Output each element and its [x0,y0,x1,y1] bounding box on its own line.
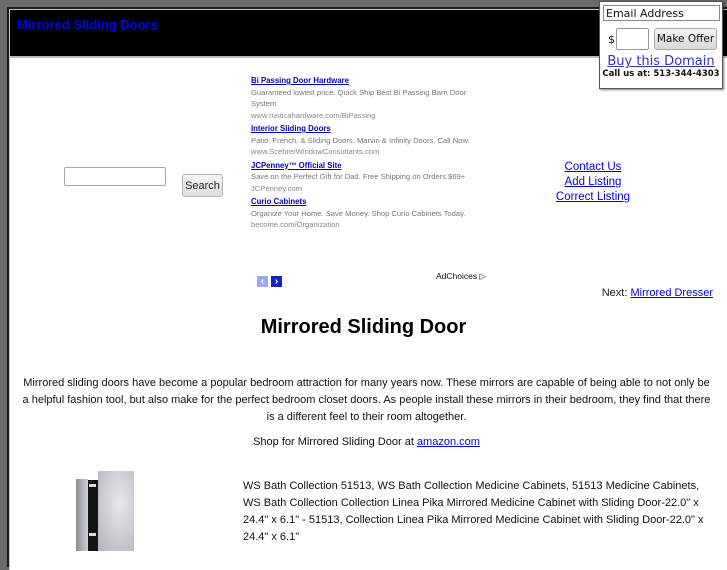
add-listing-link[interactable]: Add Listing [545,175,641,190]
next-article-link[interactable]: Mirrored Dresser [630,287,713,299]
shop-line: Shop for Mirrored Sliding Door at amazon… [0,436,727,448]
contact-us-link[interactable]: Contact Us [545,160,641,175]
product-image[interactable] [76,471,134,551]
ad-url: www.rusticahardware.com/BiPassing [251,110,376,120]
ad-title-link[interactable]: Bi Passing Door Hardware [251,75,486,87]
shelf-bottom [89,533,96,536]
cabinet-side [76,479,88,551]
ad-block: Bi Passing Door Hardware Guaranteed lowe… [251,75,486,233]
search-input[interactable] [64,167,166,186]
cabinet-interior [88,480,98,551]
adchoices-link[interactable]: AdChoices ▷ [436,271,486,282]
ad-item: Curio Cabinets Organize Your Home. Save … [251,196,486,231]
shelf-top [89,484,96,487]
site-links: Contact Us Add Listing Correct Listing [545,160,641,205]
correct-listing-link[interactable]: Correct Listing [545,190,641,205]
amazon-link[interactable]: amazon.com [417,436,480,448]
search-button[interactable]: Search [182,174,223,197]
ad-description: Save on the Perfect Gift for Dad. Free S… [251,172,466,181]
chevron-right-icon[interactable]: › [271,276,282,287]
currency-symbol: $ [608,33,615,46]
ad-item: Interior Sliding Doors Patio. French. & … [251,123,486,158]
shop-prefix: Shop for Mirrored Sliding Door at [253,436,414,448]
offer-amount-input[interactable] [616,28,649,50]
ad-url: www.ScehrerWindowConsultants.com [251,147,380,156]
intro-paragraph: Mirrored sliding doors have become a pop… [22,377,711,423]
ad-url: become.com/Organization [251,220,340,229]
site-title-link[interactable]: Mirrored Sliding Doors [17,17,158,32]
call-us-text: Call us at: 513-344-4303 [602,69,720,79]
ad-item: Bi Passing Door Hardware Guaranteed lowe… [251,75,486,121]
next-prefix: Next: [601,287,628,299]
domain-offer-box: $ Make Offer Buy this Domain Call us at:… [599,1,723,89]
chevron-left-icon[interactable]: ‹ [257,276,268,287]
ad-title-link[interactable]: JCPenney™ Official Site [251,160,486,172]
ad-description: Patio. French. & Sliding Doors. Marvin &… [251,135,470,145]
make-offer-button[interactable]: Make Offer [654,28,717,50]
ad-title-link[interactable]: Interior Sliding Doors [251,123,486,135]
email-field[interactable] [603,5,720,21]
ad-description: Organize Your Home. Save Money. Shop Cur… [251,208,466,218]
ad-title-link[interactable]: Curio Cabinets [251,196,486,208]
next-article: Next: Mirrored Dresser [602,287,713,299]
page-title: Mirrored Sliding Door [260,316,467,338]
mirror-door [98,471,134,551]
ad-item: JCPenney™ Official Site Save on the Perf… [251,160,486,195]
ad-navigation: ‹ › [257,271,285,289]
ad-description: Guaranteed lowest price. Quick Ship Best… [251,87,467,109]
ad-url: JCPenney.com [251,183,302,193]
product-description: WS Bath Collection 51513, WS Bath Collec… [243,480,704,543]
buy-domain-link[interactable]: Buy this Domain [600,54,722,69]
